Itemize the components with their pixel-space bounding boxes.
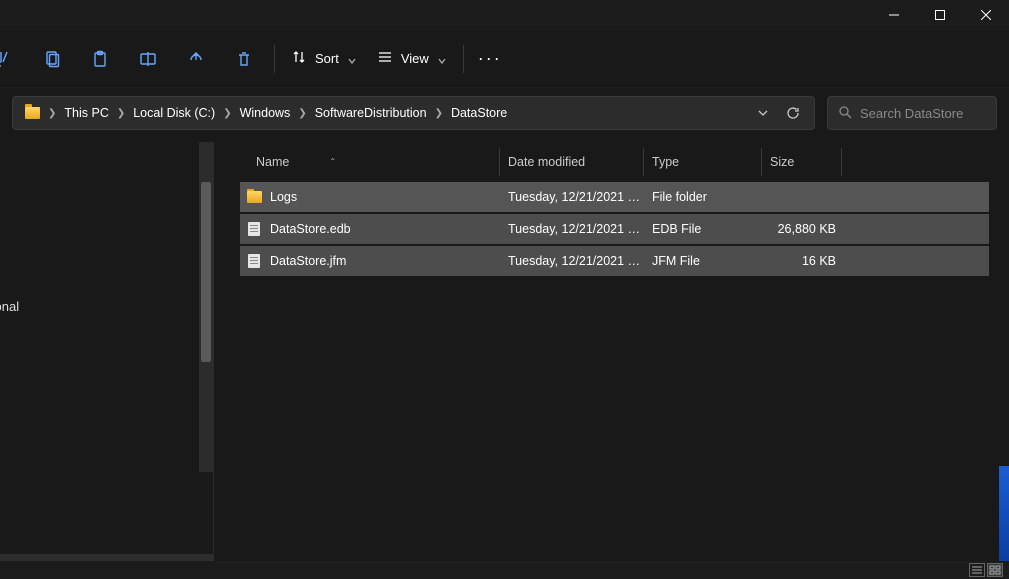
copy-button[interactable] xyxy=(28,39,76,79)
chevron-right-icon[interactable]: ❯ xyxy=(221,108,233,119)
file-row[interactable]: DataStore.edb Tuesday, 12/21/2021 1... E… xyxy=(240,214,989,244)
file-name: Logs xyxy=(270,190,297,204)
paste-button[interactable] xyxy=(76,39,124,79)
refresh-button[interactable] xyxy=(778,98,808,128)
icons-view-toggle[interactable] xyxy=(987,563,1003,577)
breadcrumb-seg[interactable]: Local Disk (C:) xyxy=(127,98,221,128)
maximize-button[interactable] xyxy=(917,0,963,30)
column-header-type[interactable]: Type xyxy=(644,148,762,176)
sort-icon xyxy=(291,49,307,68)
column-header-label: Name xyxy=(256,155,289,169)
file-name: DataStore.jfm xyxy=(270,254,346,268)
window-controls xyxy=(871,0,1009,30)
folder-icon xyxy=(246,189,262,205)
file-size: 26,880 KB xyxy=(762,222,842,236)
search-bar[interactable] xyxy=(827,96,997,130)
file-row[interactable]: DataStore.jfm Tuesday, 12/21/2021 1... J… xyxy=(240,246,989,276)
rename-button[interactable] xyxy=(124,39,172,79)
breadcrumb-seg[interactable]: This PC xyxy=(58,98,114,128)
sidebar-item[interactable]: sonal xyxy=(0,290,213,322)
toolbar-separator xyxy=(274,45,275,73)
column-headers: Name ⌃ Date modified Type Size xyxy=(240,146,989,178)
cut-button[interactable] xyxy=(0,39,28,79)
column-header-label: Size xyxy=(770,155,794,169)
close-button[interactable] xyxy=(963,0,1009,30)
breadcrumb-seg[interactable]: SoftwareDistribution xyxy=(309,98,433,128)
chevron-right-icon[interactable]: ❯ xyxy=(115,108,127,119)
file-date: Tuesday, 12/21/2021 1... xyxy=(500,222,644,236)
file-row[interactable]: Logs Tuesday, 12/21/2021 1... File folde… xyxy=(240,182,989,212)
column-header-label: Type xyxy=(652,155,679,169)
minimize-button[interactable] xyxy=(871,0,917,30)
sort-button[interactable]: Sort xyxy=(281,39,367,79)
toolbar: Sort View ··· xyxy=(0,30,1009,88)
file-list: Name ⌃ Date modified Type Size Logs Tues… xyxy=(214,142,1009,561)
file-date: Tuesday, 12/21/2021 1... xyxy=(500,190,644,204)
navigation-pane[interactable]: sonal ) xyxy=(0,142,214,561)
file-size: 16 KB xyxy=(762,254,842,268)
more-button[interactable]: ··· xyxy=(470,39,510,79)
breadcrumb-root-icon[interactable] xyxy=(19,98,46,128)
search-input[interactable] xyxy=(860,106,1009,121)
column-header-label: Date modified xyxy=(508,155,585,169)
column-header-name[interactable]: Name ⌃ xyxy=(240,148,500,176)
chevron-down-icon xyxy=(347,54,357,64)
view-toggles xyxy=(969,563,1003,577)
sort-label: Sort xyxy=(315,51,339,66)
view-icon xyxy=(377,49,393,68)
address-row: ❯ This PC ❯ Local Disk (C:) ❯ Windows ❯ … xyxy=(0,88,1009,142)
column-header-date[interactable]: Date modified xyxy=(500,148,644,176)
sidebar-item[interactable]: ) xyxy=(0,554,213,561)
chevron-right-icon[interactable]: ❯ xyxy=(433,108,445,119)
toolbar-separator xyxy=(463,45,464,73)
details-view-toggle[interactable] xyxy=(969,563,985,577)
address-bar[interactable]: ❯ This PC ❯ Local Disk (C:) ❯ Windows ❯ … xyxy=(12,96,815,130)
file-icon xyxy=(246,221,262,237)
column-header-size[interactable]: Size xyxy=(762,148,842,176)
scrollbar-thumb[interactable] xyxy=(201,182,211,362)
status-bar xyxy=(0,561,1009,579)
view-label: View xyxy=(401,51,429,66)
titlebar xyxy=(0,0,1009,30)
delete-button[interactable] xyxy=(220,39,268,79)
sort-ascending-icon: ⌃ xyxy=(329,157,336,166)
chevron-down-icon xyxy=(437,54,447,64)
background-window-sliver xyxy=(999,466,1009,561)
file-rows: Logs Tuesday, 12/21/2021 1... File folde… xyxy=(240,182,989,276)
file-date: Tuesday, 12/21/2021 1... xyxy=(500,254,644,268)
breadcrumb-seg[interactable]: DataStore xyxy=(445,98,513,128)
history-dropdown[interactable] xyxy=(748,98,778,128)
file-type: EDB File xyxy=(644,222,762,236)
breadcrumb-seg[interactable]: Windows xyxy=(234,98,297,128)
file-type: JFM File xyxy=(644,254,762,268)
file-icon xyxy=(246,253,262,269)
view-button[interactable]: View xyxy=(367,39,457,79)
search-icon xyxy=(838,105,852,122)
share-button[interactable] xyxy=(172,39,220,79)
file-type: File folder xyxy=(644,190,762,204)
body: sonal ) Name ⌃ Date modified Type Size xyxy=(0,142,1009,561)
chevron-right-icon[interactable]: ❯ xyxy=(296,108,308,119)
sidebar-scrollbar[interactable] xyxy=(199,142,213,472)
file-name: DataStore.edb xyxy=(270,222,351,236)
folder-icon xyxy=(25,107,40,119)
chevron-right-icon[interactable]: ❯ xyxy=(46,108,58,119)
sidebar-item-label: sonal xyxy=(0,299,19,314)
